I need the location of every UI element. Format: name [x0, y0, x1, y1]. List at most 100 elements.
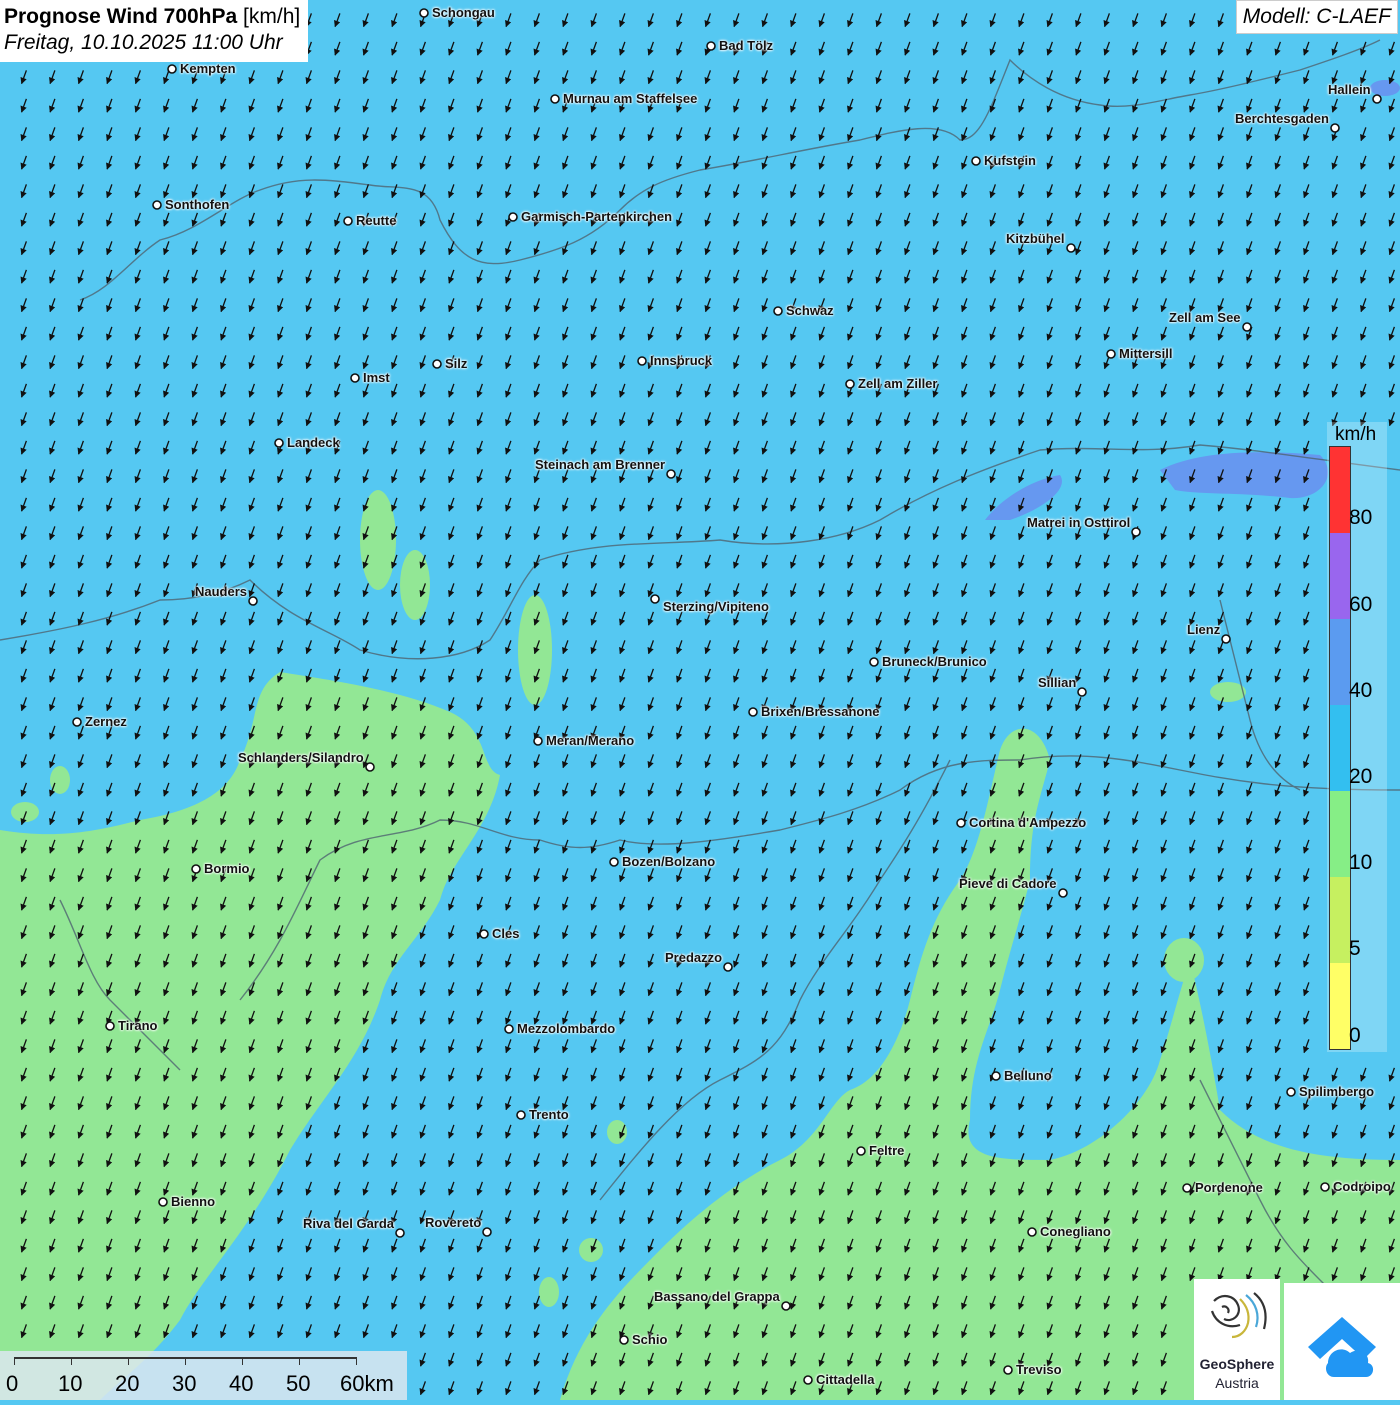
city-label: Murnau am Staffelsee: [563, 91, 698, 106]
legend-seg-40-60: [1330, 619, 1350, 705]
city-marker-icon: [956, 818, 966, 828]
city-marker-icon: [105, 1021, 115, 1031]
map-title-box: Prognose Wind 700hPa [km/h] Freitag, 10.…: [0, 0, 309, 62]
scale-tick: [299, 1357, 300, 1365]
city-marker-icon: [803, 1375, 813, 1385]
city-marker-icon: [1320, 1182, 1330, 1192]
legend-seg-60-80: [1330, 533, 1350, 619]
legend-tick: 40: [1349, 679, 1373, 702]
city-label: Trento: [529, 1107, 569, 1122]
city-marker-icon: [1003, 1365, 1013, 1375]
city-label: Cortina d'Ampezzo: [969, 815, 1087, 830]
geosphere-logo[interactable]: GeoSphere Austria: [1194, 1279, 1280, 1400]
city-marker-icon: [1066, 243, 1076, 253]
scale-tick: [71, 1357, 72, 1365]
city-label: Innsbruck: [650, 353, 713, 368]
city-label: Codroipo: [1333, 1179, 1391, 1194]
city-label: Treviso: [1016, 1362, 1062, 1377]
city-marker-icon: [1182, 1183, 1192, 1193]
scale-tick: [14, 1357, 15, 1365]
city-label: Berchtesgaden: [1235, 111, 1329, 126]
city-label: Riva del Garda: [303, 1216, 395, 1231]
city-label: Cles: [492, 926, 520, 941]
city-label: Schlanders/Silandro: [238, 750, 364, 765]
city-marker-icon: [856, 1146, 866, 1156]
city-marker-icon: [1027, 1227, 1037, 1237]
city-label: Predazzo: [665, 950, 723, 965]
forecast-date: Freitag, 10.10.2025 11:00 Uhr: [4, 31, 283, 54]
city-marker-icon: [723, 962, 733, 972]
city-marker-icon: [619, 1335, 629, 1345]
scale-tick: [356, 1357, 357, 1365]
scale-label: 0: [6, 1371, 19, 1396]
city-label: Bad Tölz: [719, 38, 774, 53]
scale-bar: 0 10 20 30 40 50 60km: [0, 1351, 407, 1400]
legend-tick: 0: [1349, 1024, 1361, 1047]
city-label: Schio: [632, 1332, 668, 1347]
city-label: Bozen/Bolzano: [622, 854, 716, 869]
app-logo-icon: [1308, 1317, 1376, 1377]
legend-seg-5-10: [1330, 877, 1350, 963]
weather-app-logo[interactable]: [1284, 1283, 1400, 1400]
city-label: Zell am Ziller: [858, 376, 938, 391]
city-label: Zell am See: [1169, 310, 1241, 325]
city-marker-icon: [533, 736, 543, 746]
city-label: Schwaz: [786, 303, 834, 318]
city-label: Pordenone: [1195, 1180, 1263, 1195]
city-marker-icon: [1330, 123, 1340, 133]
city-marker-icon: [516, 1110, 526, 1120]
legend-unit: km/h: [1335, 424, 1377, 445]
city-label: Bassano del Grappa: [654, 1289, 780, 1304]
city-marker-icon: [773, 306, 783, 316]
city-marker-icon: [482, 1227, 492, 1237]
logo-text-line2: Austria: [1215, 1375, 1259, 1391]
city-marker-icon: [1286, 1087, 1296, 1097]
geosphere-logo-icon: [1210, 1292, 1267, 1339]
legend-tick: 5: [1349, 937, 1361, 960]
scale-tick: [185, 1357, 186, 1365]
city-label: Bienno: [171, 1194, 216, 1209]
city-marker-icon: [72, 717, 82, 727]
city-label: Feltre: [869, 1143, 905, 1158]
city-label: Reutte: [356, 213, 397, 228]
color-legend: km/h 80 60 40 20 10 5 0: [1327, 422, 1387, 1052]
city-label: Cittadella: [816, 1372, 875, 1387]
city-label: Lienz: [1187, 622, 1221, 637]
city-marker-icon: [479, 929, 489, 939]
legend-seg-10-20: [1330, 791, 1350, 877]
scale-label: 40: [229, 1371, 254, 1396]
legend-tick: 20: [1349, 765, 1373, 788]
city-marker-icon: [666, 469, 676, 479]
city-marker-icon: [504, 1024, 514, 1034]
city-label: Sterzing/Vipiteno: [663, 599, 769, 614]
city-marker-icon: [1221, 634, 1231, 644]
city-marker-icon: [365, 762, 375, 772]
legend-seg-0-5: [1330, 963, 1350, 1049]
city-marker-icon: [419, 8, 429, 18]
city-marker-icon: [508, 212, 518, 222]
city-marker-icon: [550, 94, 560, 104]
city-label: Belluno: [1004, 1068, 1052, 1083]
city-label: Sonthofen: [165, 197, 230, 212]
city-label: Nauders: [195, 584, 248, 599]
city-label: Imst: [363, 370, 390, 385]
legend-tick: 80: [1349, 506, 1373, 529]
legend-seg-20-40: [1330, 705, 1350, 791]
city-marker-icon: [395, 1228, 405, 1238]
city-label: Garmisch-Partenkirchen: [521, 209, 673, 224]
scale-label: 50: [286, 1371, 311, 1396]
city-label: Bormio: [204, 861, 250, 876]
city-marker-icon: [343, 216, 353, 226]
city-label: Silz: [445, 356, 468, 371]
city-label: Rovereto: [425, 1215, 482, 1230]
city-marker-icon: [971, 156, 981, 166]
weather-map[interactable]: Prognose Wind 700hPa [km/h] Freitag, 10.…: [0, 0, 1400, 1400]
scale-label: 60km: [340, 1371, 394, 1396]
city-marker-icon: [1372, 94, 1382, 104]
city-label: Tirano: [118, 1018, 158, 1033]
city-label: Kitzbühel: [1006, 231, 1065, 246]
city-label: Sillian: [1038, 675, 1077, 690]
legend-tick: 60: [1349, 593, 1373, 616]
model-label: Modell: C-LAEF: [1235, 0, 1398, 34]
city-marker-icon: [1058, 888, 1068, 898]
